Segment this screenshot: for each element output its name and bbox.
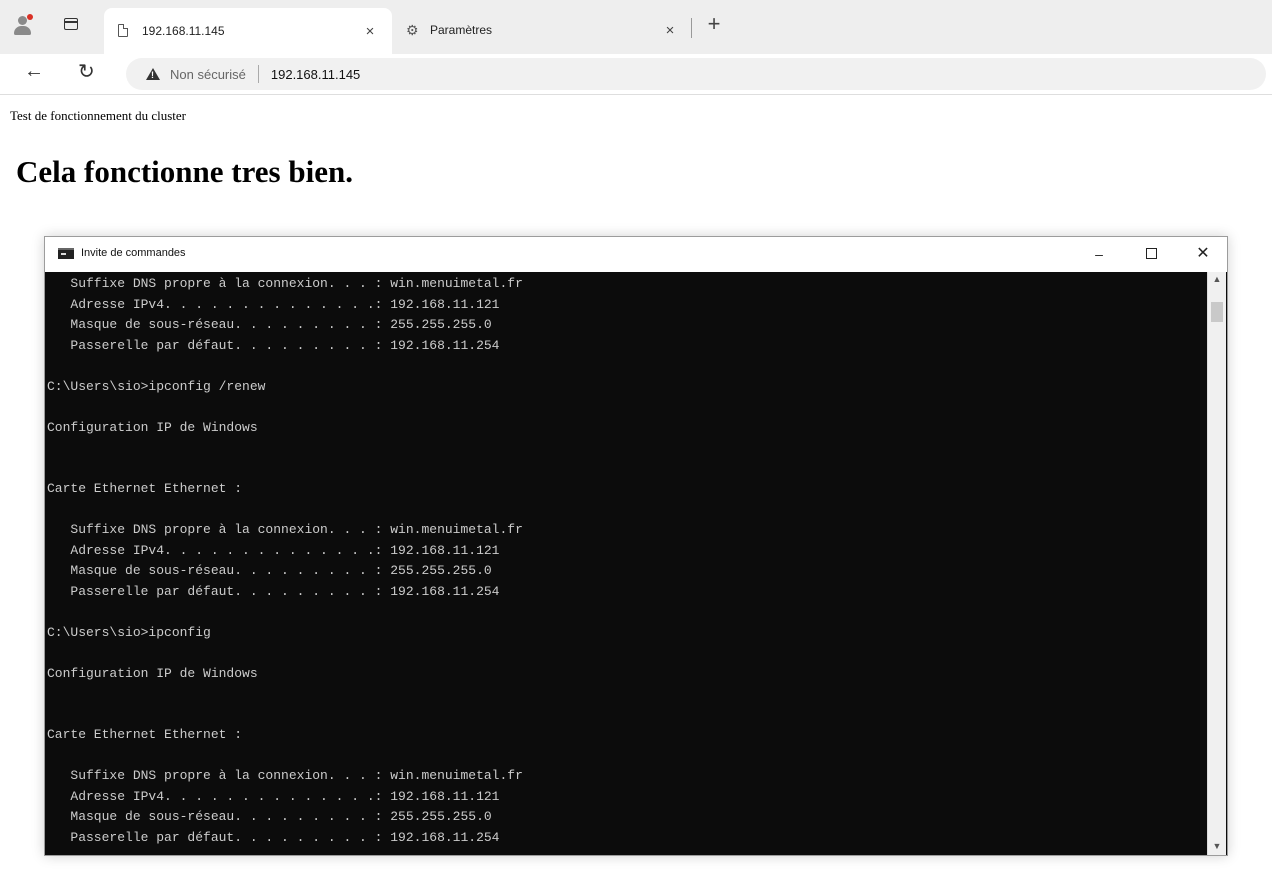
tab-actions-icon[interactable]: [64, 18, 78, 30]
console-line: Configuration IP de Windows: [47, 419, 258, 435]
tab-192-168-11-145[interactable]: 192.168.11.145 ×: [104, 8, 392, 54]
console-line: Suffixe DNS propre à la connexion. . . :…: [70, 768, 523, 783]
new-tab-button[interactable]: +: [702, 12, 726, 36]
window-title: Invite de commandes: [81, 247, 186, 259]
tab-title: Paramètres: [430, 23, 493, 37]
terminal-icon: [58, 248, 74, 259]
browser-toolbar: ← ↻ ! Non sécurisé 192.168.11.145: [0, 54, 1272, 95]
console-line: Configuration IP de Windows: [47, 665, 258, 681]
security-indicator[interactable]: Non sécurisé: [170, 67, 246, 82]
maximize-button[interactable]: [1131, 243, 1171, 265]
gear-icon: ⚙: [406, 22, 419, 38]
console-line: Passerelle par défaut. . . . . . . . . :…: [70, 337, 500, 353]
scroll-up-icon[interactable]: ▲: [1208, 274, 1226, 284]
console-line: Masque de sous-réseau. . . . . . . . . :…: [70, 809, 492, 824]
console-line: Passerelle par défaut. . . . . . . . . :…: [70, 829, 500, 845]
page-heading: Cela fonctionne tres bien.: [16, 154, 353, 189]
scroll-down-icon[interactable]: ▼: [1208, 841, 1226, 851]
console-line: Carte Ethernet Ethernet :: [47, 727, 243, 742]
minimize-button[interactable]: –: [1079, 243, 1119, 265]
command-prompt-window[interactable]: Invite de commandes – ✕ Suffixe DNS prop…: [44, 236, 1228, 856]
console-line: Adresse IPv4. . . . . . . . . . . . . .:…: [70, 542, 500, 558]
close-window-button[interactable]: ✕: [1183, 243, 1223, 265]
back-arrow-icon[interactable]: ←: [24, 60, 44, 83]
tab-title: 192.168.11.145: [142, 24, 225, 38]
console-line: C:\Users\sio>ipconfig /renew: [47, 378, 266, 394]
address-divider: [257, 65, 259, 83]
console-line: C:\Users\sio>ipconfig: [47, 624, 211, 640]
address-bar[interactable]: ! Non sécurisé 192.168.11.145: [126, 58, 1266, 90]
console-line: Carte Ethernet Ethernet :: [47, 481, 243, 496]
console-line: Masque de sous-réseau. . . . . . . . . :…: [70, 317, 492, 332]
document-icon: [118, 24, 130, 38]
window-titlebar[interactable]: Invite de commandes – ✕: [45, 237, 1227, 272]
browser-tab-strip: 192.168.11.145 × ⚙ Paramètres × +: [0, 0, 1272, 54]
page-intro-text: Test de fonctionnement du cluster: [10, 108, 186, 123]
reload-icon[interactable]: ↻: [78, 59, 95, 84]
close-icon[interactable]: ×: [660, 22, 680, 39]
console-line: Adresse IPv4. . . . . . . . . . . . . .:…: [70, 296, 500, 312]
console-line: Suffixe DNS propre à la connexion. . . :…: [70, 522, 523, 537]
warning-icon[interactable]: !: [146, 68, 160, 80]
console-output[interactable]: Suffixe DNS propre à la connexion. . . :…: [45, 272, 1207, 855]
console-line: Suffixe DNS propre à la connexion. . . :…: [70, 276, 523, 291]
scroll-thumb[interactable]: [1211, 302, 1223, 322]
url-text[interactable]: 192.168.11.145: [271, 67, 360, 82]
console-line: Passerelle par défaut. . . . . . . . . :…: [70, 583, 500, 599]
console-line: Adresse IPv4. . . . . . . . . . . . . .:…: [70, 788, 500, 804]
close-icon[interactable]: ×: [360, 23, 380, 40]
console-text: Suffixe DNS propre à la connexion. . . :…: [45, 272, 1207, 855]
profile-avatar-icon[interactable]: [12, 14, 34, 36]
console-scrollbar[interactable]: ▲ ▼: [1207, 272, 1226, 855]
console-line: Masque de sous-réseau. . . . . . . . . :…: [70, 563, 492, 578]
tab-divider: [691, 18, 692, 38]
tab-parametres[interactable]: ⚙ Paramètres ×: [392, 8, 692, 52]
